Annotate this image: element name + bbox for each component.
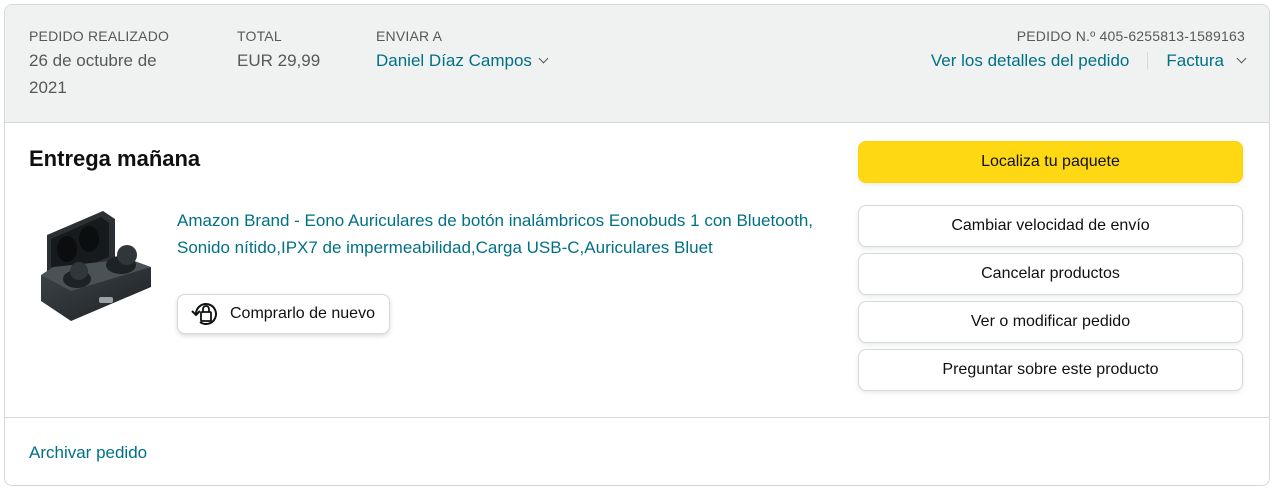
ship-to-name: Daniel Díaz Campos bbox=[376, 51, 532, 70]
order-placed-date: 26 de octubre de 2021 bbox=[29, 51, 157, 97]
ask-product-question-button[interactable]: Preguntar sobre este producto bbox=[858, 349, 1243, 391]
order-number: PEDIDO N.º 405-6255813-1589163 bbox=[1016, 28, 1245, 44]
order-total: TOTAL EUR 29,99 bbox=[237, 27, 320, 74]
ship-to: ENVIAR A Daniel Díaz Campos bbox=[376, 27, 549, 74]
order-card: PEDIDO REALIZADO 26 de octubre de 2021 T… bbox=[4, 4, 1270, 486]
buy-again-icon bbox=[191, 303, 217, 325]
order-total-label: TOTAL bbox=[237, 28, 282, 44]
invoice-dropdown[interactable]: Factura bbox=[1166, 47, 1247, 74]
order-footer: Archivar pedido bbox=[5, 417, 1269, 485]
archive-order-link[interactable]: Archivar pedido bbox=[29, 442, 147, 464]
order-meta: PEDIDO N.º 405-6255813-1589163 Ver los d… bbox=[931, 27, 1247, 74]
change-shipping-speed-button[interactable]: Cambiar velocidad de envío bbox=[858, 205, 1243, 247]
buy-again-label: Comprarlo de nuevo bbox=[230, 305, 375, 322]
product-title-link[interactable]: Amazon Brand - Eono Auriculares de botón… bbox=[177, 207, 827, 261]
order-placed: PEDIDO REALIZADO 26 de octubre de 2021 bbox=[29, 27, 199, 101]
divider bbox=[1147, 51, 1149, 70]
cancel-items-button[interactable]: Cancelar productos bbox=[858, 253, 1243, 295]
delivery-status: Entrega mañana bbox=[29, 146, 201, 171]
invoice-link: Factura bbox=[1166, 51, 1224, 70]
track-package-button[interactable]: Localiza tu paquete bbox=[858, 141, 1243, 183]
ship-to-name-dropdown[interactable]: Daniel Díaz Campos bbox=[376, 47, 549, 74]
order-placed-label: PEDIDO REALIZADO bbox=[29, 28, 170, 44]
order-details-link[interactable]: Ver los detalles del pedido bbox=[931, 47, 1129, 74]
buy-again-button[interactable]: Comprarlo de nuevo bbox=[177, 294, 390, 334]
earbuds-product-image[interactable] bbox=[33, 205, 157, 333]
order-links: Ver los detalles del pedido Factura bbox=[931, 47, 1247, 74]
order-header: PEDIDO REALIZADO 26 de octubre de 2021 T… bbox=[5, 5, 1269, 123]
view-modify-order-button[interactable]: Ver o modificar pedido bbox=[858, 301, 1243, 343]
order-total-value: EUR 29,99 bbox=[237, 51, 321, 70]
chevron-down-icon bbox=[1236, 53, 1247, 64]
ship-to-label: ENVIAR A bbox=[376, 28, 443, 44]
chevron-down-icon bbox=[538, 53, 549, 64]
